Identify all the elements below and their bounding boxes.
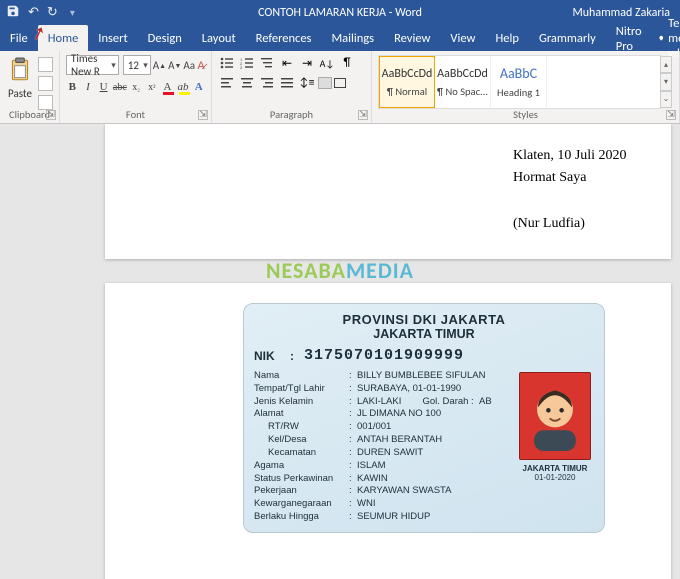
bullet-list-button[interactable] [218,55,236,71]
shrink-font-icon[interactable]: A▼ [168,57,181,73]
avatar-icon [526,381,584,451]
group-styles: AaBbCcDd ¶ Normal AaBbCcDd ¶ No Spac... … [372,51,680,123]
borders-button[interactable] [334,78,346,88]
group-label-styles: Styles [372,108,679,121]
tab-design[interactable]: Design [138,25,192,51]
undo-icon[interactable]: ↶ [28,5,39,20]
highlight-button[interactable]: ab [177,79,190,95]
doc-signature: (Nur Ludfia) [513,216,585,232]
tab-layout[interactable]: Layout [192,25,246,51]
ribbon-tabs: File Home Insert Design Layout Reference… [0,25,680,51]
paragraph-dialog-launcher[interactable]: ⇲ [358,110,368,120]
document-workspace[interactable]: Klaten, 10 Juli 2020 Hormat Saya (Nur Lu… [0,124,680,579]
paste-icon [7,55,33,85]
tab-help[interactable]: Help [485,25,528,51]
multilevel-list-button[interactable] [258,55,276,71]
ktp-photo-column: JAKARTA TIMUR 01-01-2020 [516,372,594,524]
underline-button[interactable]: U [97,79,110,95]
group-paragraph: 123 ⇤ ⇥ A↓ ¶ ↕≡ Paragraph ⇲ [212,51,372,123]
ktp-photo-location: JAKARTA TIMUR [523,464,588,473]
ktp-card: PROVINSI DKI JAKARTA JAKARTA TIMUR NIK :… [243,303,605,533]
align-center-button[interactable] [238,75,256,91]
ktp-city: JAKARTA TIMUR [254,327,594,341]
strikethrough-button[interactable]: abc [113,79,127,95]
justify-button[interactable] [278,75,296,91]
svg-text:3: 3 [240,66,242,69]
style-no-spacing[interactable]: AaBbCcDd ¶ No Spac... [435,56,491,108]
tab-references[interactable]: References [246,25,322,51]
italic-button[interactable]: I [82,79,95,95]
cut-button[interactable] [38,57,53,72]
tell-me-search[interactable]: Tell me what [652,25,680,51]
group-label-paragraph: Paragraph [212,108,371,121]
group-clipboard: Paste Clipboard ⇲ [0,51,60,123]
grow-font-icon[interactable]: A▲ [153,57,166,73]
styles-scroll-up[interactable]: ▴ [660,56,672,73]
subscript-button[interactable] [130,79,143,95]
page-1-bottom: Klaten, 10 Juli 2020 Hormat Saya (Nur Lu… [105,124,671,259]
ribbon: Paste Clipboard ⇲ Times New R 12 A▲ A▼ A… [0,51,680,124]
tab-mailings[interactable]: Mailings [321,25,384,51]
font-size-combo[interactable]: 12 [123,55,151,75]
lightbulb-icon [658,32,664,45]
style-heading-1[interactable]: AaBbC Heading 1 [491,56,547,108]
style-normal[interactable]: AaBbCcDd ¶ Normal [379,56,435,108]
ktp-photo-date: 01-01-2020 [535,473,576,482]
numbered-list-button[interactable]: 123 [238,55,256,71]
tab-view[interactable]: View [440,25,485,51]
ktp-fields: Nama:BILLY BUMBLEBEE SIFULAN Tempat/Tgl … [254,370,492,524]
document-title: CONTOH LAMARAN KERJA - Word [258,6,422,20]
styles-scroll: ▴ ▾ ⌄ [660,56,672,108]
show-formatting-button[interactable]: ¶ [338,55,356,71]
align-left-button[interactable] [218,75,236,91]
user-name: Muhammad Zakaria [572,6,670,20]
doc-salutation: Hormat Saya [513,170,586,186]
copy-button[interactable] [38,76,53,91]
ktp-province: PROVINSI DKI JAKARTA [254,312,594,327]
styles-dialog-launcher[interactable]: ⇲ [666,110,676,120]
bold-button[interactable]: B [66,79,79,95]
font-name-combo[interactable]: Times New R [66,55,119,75]
line-spacing-button[interactable]: ↕≡ [298,75,316,91]
shading-button[interactable] [318,77,332,89]
increase-indent-button[interactable]: ⇥ [298,55,316,71]
change-case-icon[interactable]: Aa [183,57,195,73]
group-font: Times New R 12 A▲ A▼ Aa A̷ B I U abc A a… [60,51,212,123]
clear-formatting-icon[interactable]: A̷ [197,57,205,73]
doc-place-date: Klaten, 10 Juli 2020 [513,148,627,164]
save-icon[interactable] [6,4,20,22]
superscript-button[interactable] [145,79,158,95]
font-dialog-launcher[interactable]: ⇲ [198,110,208,120]
tab-insert[interactable]: Insert [88,25,137,51]
ktp-nik-label: NIK [254,349,280,363]
watermark: NESABAMEDIA [266,257,414,284]
tab-review[interactable]: Review [384,25,440,51]
ktp-photo [519,372,591,460]
align-right-button[interactable] [258,75,276,91]
font-color-button[interactable]: A [161,79,174,95]
quick-access-toolbar: ↶ ↻ ▾ [0,4,81,22]
tab-nitro-pro[interactable]: Nitro Pro [606,25,652,51]
group-label-font: Font [60,108,211,121]
paste-button[interactable]: Paste [6,55,34,109]
title-bar: ↶ ↻ ▾ CONTOH LAMARAN KERJA - Word Muhamm… [0,0,680,25]
page-2: PROVINSI DKI JAKARTA JAKARTA TIMUR NIK :… [105,283,671,579]
clipboard-dialog-launcher[interactable]: ⇲ [46,110,56,120]
sort-button[interactable]: A↓ [318,55,336,71]
qat-customize-icon[interactable]: ▾ [70,6,75,19]
tab-grammarly[interactable]: Grammarly [529,25,606,51]
decrease-indent-button[interactable]: ⇤ [278,55,296,71]
styles-expand[interactable]: ⌄ [660,91,672,108]
ktp-nik-value: 3175070101909999 [304,347,464,364]
redo-icon[interactable]: ↻ [47,5,58,20]
paste-label: Paste [8,87,32,100]
styles-scroll-down[interactable]: ▾ [660,73,672,90]
text-effects-button[interactable]: A [192,79,205,95]
styles-gallery: AaBbCcDd ¶ Normal AaBbCcDd ¶ No Spac... … [378,55,661,109]
